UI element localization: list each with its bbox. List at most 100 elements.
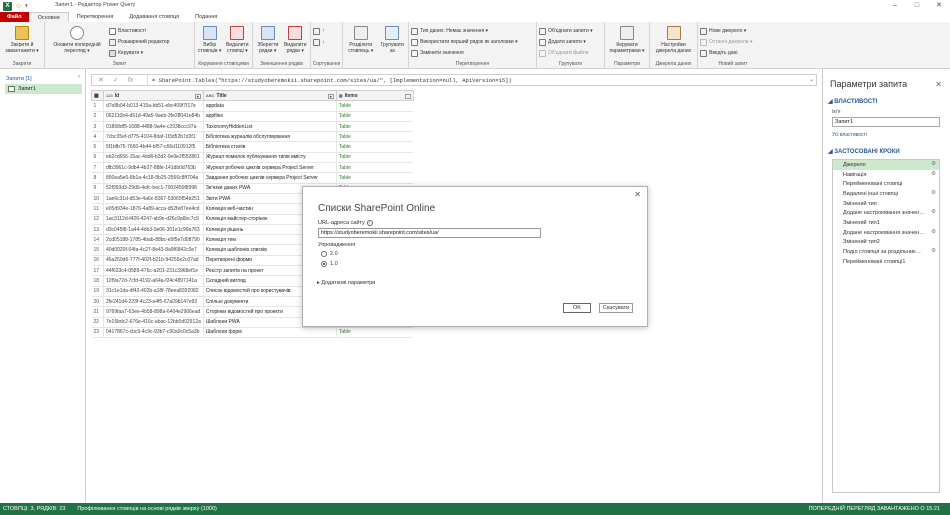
manage-parameters-button[interactable]: Керувати параметрами ▾: [607, 24, 647, 54]
collapse-pane-icon[interactable]: ‹: [78, 74, 80, 80]
items-cell[interactable]: Table: [336, 131, 414, 143]
row-number[interactable]: 16: [91, 255, 104, 267]
title-cell[interactable]: Шаблони форм: [203, 327, 337, 339]
row-number[interactable]: 23: [91, 327, 104, 339]
row-number[interactable]: 21: [91, 306, 104, 318]
column-header-id[interactable]: 123 Id ▾: [103, 89, 204, 102]
all-properties-link[interactable]: Усі властивості: [832, 132, 867, 138]
items-cell[interactable]: Table: [336, 141, 414, 153]
items-cell[interactable]: Table: [336, 121, 414, 133]
gear-icon[interactable]: ⚙: [931, 190, 936, 196]
choose-columns-button[interactable]: Вибір стовпців ▾: [197, 24, 223, 54]
gear-icon[interactable]: ⚙: [931, 229, 936, 235]
row-number[interactable]: 2: [91, 111, 104, 122]
table-row[interactable]: 23 0417867c-cbc9-4c9c-93b7-c90a9c0c5a3b Ша…: [91, 327, 414, 339]
column-header-items[interactable]: ▦ Items ⇔: [335, 89, 414, 102]
expand-formula-icon[interactable]: ⌄: [809, 76, 814, 83]
applied-step[interactable]: Перейменовані стовпці: [833, 179, 939, 189]
row-number[interactable]: 20: [91, 296, 104, 308]
remove-rows-button[interactable]: Видалити рядки ▾: [283, 24, 309, 54]
id-cell[interactable]: 062110b4-d61d-49a5-9aeb-3fe28041e84b: [103, 111, 204, 122]
tab-add-column[interactable]: Додавання стовпця: [121, 12, 187, 22]
title-cell[interactable]: Журнал помилок публікування типів вмісту: [203, 152, 337, 164]
split-column-button[interactable]: Розділити стовпець ▾: [345, 24, 376, 54]
applied-step[interactable]: Джерело ⚙: [833, 160, 939, 170]
row-number[interactable]: 13: [91, 224, 104, 236]
close-window-icon[interactable]: ✕: [928, 0, 950, 12]
id-cell[interactable]: e05d934e-1876-4a89-acca-d52fe87ee4cd: [103, 203, 204, 215]
id-cell[interactable]: 1ae6c31d-d53e-4a6c-8367-53065f54b251: [103, 193, 204, 205]
table-row[interactable]: 2 062110b4-d61d-49a5-9aeb-3fe28041e84b app…: [91, 111, 414, 122]
tab-transform[interactable]: Перетворення: [69, 12, 122, 22]
id-cell[interactable]: 44f633c4-0589-476c-a201-231c3968ef1e: [103, 265, 204, 277]
title-cell[interactable]: Бібліотека журналів обслуговування: [203, 131, 337, 143]
remove-columns-button[interactable]: Видалити стовпці ▾: [225, 24, 251, 54]
manage-button[interactable]: Керувати ▾: [109, 48, 169, 58]
expand-column-icon[interactable]: ⇔: [404, 93, 411, 99]
title-cell[interactable]: Завдання робочих циклів сервера Project …: [203, 172, 337, 184]
combine-files-button[interactable]: Об'єднати файли: [539, 48, 593, 58]
id-cell[interactable]: 2cd05188-1785-4bab-88bc-e5f5e7d08790: [103, 234, 204, 246]
cancel-formula-icon[interactable]: ✕: [98, 76, 104, 84]
row-number[interactable]: 14: [91, 234, 104, 246]
cancel-button[interactable]: Скасувати: [599, 303, 633, 313]
id-cell[interactable]: 40d0020f-04fa-4c27-8e43-8a9f6842c0e7: [103, 244, 204, 256]
row-number[interactable]: 8: [91, 172, 104, 184]
info-icon[interactable]: i: [366, 220, 373, 226]
grid-corner[interactable]: ▦: [91, 89, 104, 102]
tab-home[interactable]: Основне: [28, 12, 69, 22]
new-source-button[interactable]: Нове джерело ▾: [700, 26, 752, 36]
row-number[interactable]: 4: [91, 131, 104, 143]
applied-step[interactable]: Навігація ⚙: [833, 170, 939, 180]
row-number[interactable]: 12: [91, 214, 104, 225]
id-cell[interactable]: 52f993d3-29d9-4efc-bec1-7002450f8998: [103, 183, 204, 194]
id-cell[interactable]: 5f1bfb75-7660-4b44-bf57-c66d110912f5: [103, 141, 204, 153]
column-header-title[interactable]: ABC Title ▾: [202, 89, 337, 102]
data-source-settings-button[interactable]: Настройки джерела даних: [652, 24, 695, 54]
row-number[interactable]: 15: [91, 244, 104, 256]
maximize-icon[interactable]: □: [906, 0, 928, 12]
gear-icon[interactable]: ⚙: [931, 248, 936, 254]
sort-ascending-button[interactable]: ↑: [313, 26, 325, 36]
advanced-options-toggle[interactable]: ▸ Додаткові параметри: [317, 280, 375, 286]
append-queries-button[interactable]: Додати запити ▾: [539, 37, 593, 47]
applied-steps-section-header[interactable]: ◢ ЗАСТОСОВАНІ КРОКИ: [828, 148, 900, 155]
advanced-editor-button[interactable]: Розширений редактор: [109, 37, 169, 47]
applied-step[interactable]: Додане настроювання значен… ⚙: [833, 208, 939, 218]
title-cell[interactable]: appfiles: [203, 111, 337, 122]
items-cell[interactable]: Table: [336, 327, 414, 339]
fx-icon[interactable]: fx: [128, 77, 133, 84]
radio-option-2-0[interactable]: 2.0: [321, 251, 338, 257]
row-number[interactable]: 19: [91, 286, 104, 297]
row-number[interactable]: 11: [91, 203, 104, 215]
title-cell[interactable]: appdata: [203, 100, 337, 112]
items-cell[interactable]: Table: [336, 152, 414, 164]
radio-icon[interactable]: [321, 251, 327, 257]
id-cell[interactable]: 7e15bdc2-676e-416c-abac-12bb5d02912a: [103, 317, 204, 328]
gear-icon[interactable]: ⚙: [931, 171, 936, 177]
row-number[interactable]: 3: [91, 121, 104, 133]
applied-step[interactable]: Змінений тип1: [833, 218, 939, 228]
table-row[interactable]: 1 d7e8b04-b013-415a-bb51-ebc409f7f17e appd…: [91, 100, 414, 112]
applied-step[interactable]: Змінений тип: [833, 199, 939, 209]
minimize-icon[interactable]: –: [884, 0, 906, 12]
items-cell[interactable]: Table: [336, 100, 414, 112]
items-cell[interactable]: Table: [336, 111, 414, 122]
title-cell[interactable]: Бібліотека стилів: [203, 141, 337, 153]
applied-step[interactable]: Видалені інші стовпці ⚙: [833, 189, 939, 199]
confirm-formula-icon[interactable]: ✓: [113, 76, 119, 84]
title-cell[interactable]: Журнал робочих циклів сервера Project Se…: [203, 162, 337, 174]
smiley-icon[interactable]: ☺: [15, 3, 22, 10]
row-number[interactable]: 17: [91, 265, 104, 277]
use-first-row-button[interactable]: Використати перший рядок як заголовки ▾: [411, 37, 518, 47]
items-cell[interactable]: Table: [336, 172, 414, 184]
row-number[interactable]: 10: [91, 193, 104, 205]
table-row[interactable]: 3 01868df5-1688-4488-9a4e-c2938ccc97a Taxo…: [91, 121, 414, 133]
enter-data-button[interactable]: Введіть дані: [700, 48, 752, 58]
row-number[interactable]: 5: [91, 141, 104, 153]
ok-button[interactable]: OK: [563, 303, 591, 313]
merge-queries-button[interactable]: Об'єднати запити ▾: [539, 26, 593, 36]
recent-sources-button[interactable]: Останні джерела ▾: [700, 37, 752, 47]
table-row[interactable]: 4 7cbc35ef-d775-4104-8daf-1f3d52b7d3f1 Біб…: [91, 131, 414, 143]
radio-selected-icon[interactable]: [321, 261, 327, 267]
